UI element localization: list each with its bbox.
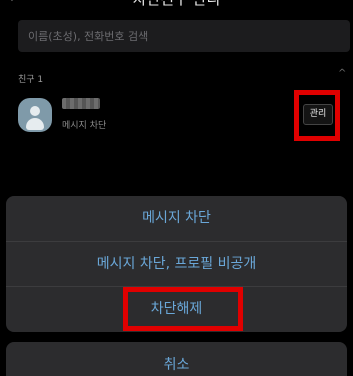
message-block-option[interactable]: 메시지 차단 xyxy=(6,196,347,241)
cancel-button[interactable]: 취소 xyxy=(6,342,347,376)
message-block-profile-private-option[interactable]: 메시지 차단, 프로필 비공개 xyxy=(6,241,347,286)
search-input[interactable]: 이름(초성), 전화번호 검색 xyxy=(18,20,350,52)
avatar-head-shape xyxy=(30,106,40,116)
avatar-body-shape xyxy=(26,118,44,130)
collapse-icon[interactable]: ^ xyxy=(338,68,346,79)
top-bar: ‹ 차단친구 관리 xyxy=(0,0,353,12)
search-placeholder: 이름(초성), 전화번호 검색 xyxy=(28,30,149,43)
friends-section-label: 친구 1 xyxy=(18,75,44,85)
unblock-highlight-box xyxy=(123,287,243,331)
friend-name-redacted xyxy=(62,98,100,109)
friend-status: 메시지 차단 xyxy=(62,121,107,131)
page-title: 차단친구 관리 xyxy=(0,0,353,9)
manage-button[interactable]: 관리 xyxy=(303,104,333,125)
cancel-label: 취소 xyxy=(163,357,190,373)
avatar xyxy=(18,98,52,132)
